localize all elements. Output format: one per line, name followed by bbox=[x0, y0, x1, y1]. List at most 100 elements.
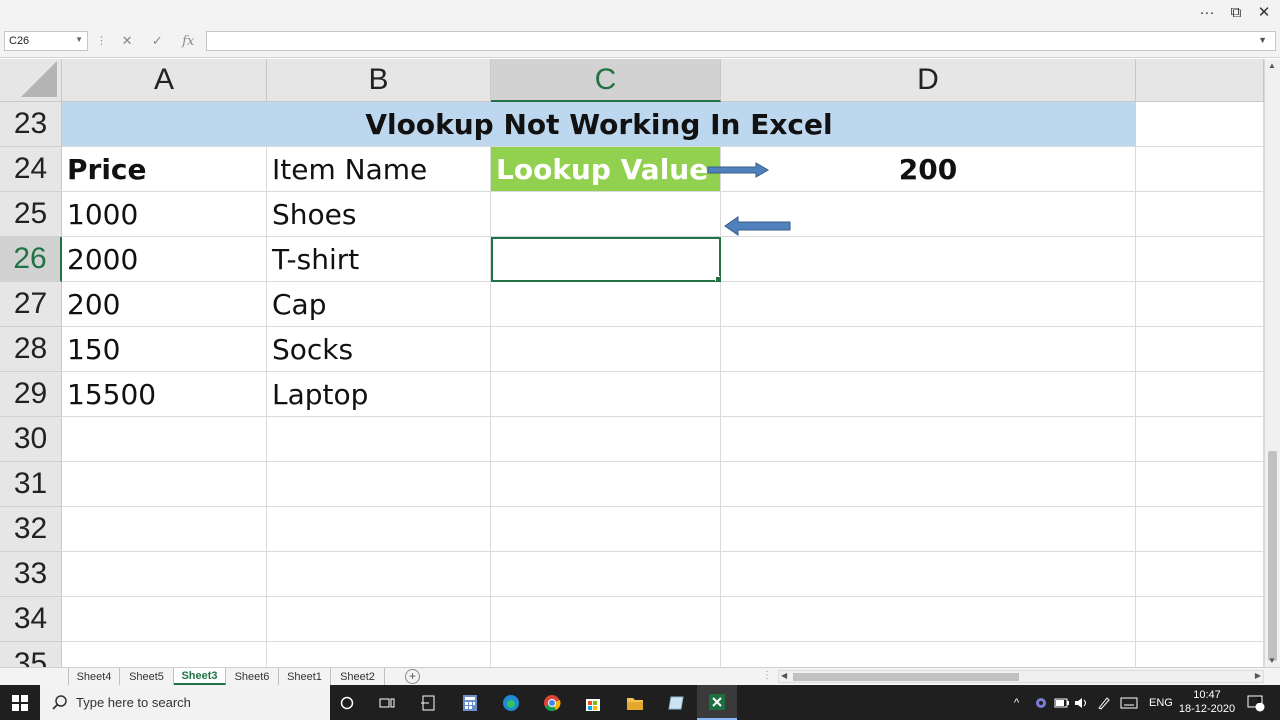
row-header-24[interactable]: 24 bbox=[0, 147, 62, 192]
vertical-scroll-thumb[interactable] bbox=[1268, 451, 1277, 661]
cell-a31[interactable] bbox=[62, 462, 267, 507]
cell-b35[interactable] bbox=[267, 642, 491, 667]
settings-gear-icon[interactable] bbox=[1034, 685, 1048, 720]
cell-d33[interactable] bbox=[721, 552, 1136, 597]
drag-handle-icon[interactable]: ⋮ bbox=[96, 34, 107, 47]
cell-e23[interactable] bbox=[1136, 102, 1264, 147]
worksheet-grid[interactable]: A B C D 23 Vlookup Not Working In Excel 24… bbox=[0, 59, 1264, 667]
tabs-splitter-handle[interactable]: ⋮ bbox=[762, 670, 772, 681]
cell-b30[interactable] bbox=[267, 417, 491, 462]
sheet-tab-sheet2[interactable]: Sheet2 bbox=[331, 668, 385, 685]
formula-input[interactable]: ▼ bbox=[206, 31, 1276, 51]
pen-icon[interactable] bbox=[1097, 685, 1111, 720]
cell-d29[interactable] bbox=[721, 372, 1136, 417]
row-header-27[interactable]: 27 bbox=[0, 282, 62, 327]
column-header-b[interactable]: B bbox=[267, 59, 491, 102]
cell-a33[interactable] bbox=[62, 552, 267, 597]
scroll-up-icon[interactable]: ▲ bbox=[1268, 61, 1276, 70]
cancel-icon[interactable]: ✕ bbox=[122, 33, 133, 49]
sheet-tab-sheet4[interactable]: Sheet4 bbox=[68, 668, 120, 685]
cell-c30[interactable] bbox=[491, 417, 721, 462]
column-header-e[interactable] bbox=[1136, 59, 1264, 102]
row-header-31[interactable]: 31 bbox=[0, 462, 62, 507]
cell-a25[interactable]: 1000 bbox=[62, 192, 267, 237]
cell-e35[interactable] bbox=[1136, 642, 1264, 667]
horizontal-scrollbar[interactable]: ◀ ▶ bbox=[778, 670, 1264, 683]
vertical-scrollbar[interactable]: ▲ ▼ bbox=[1264, 59, 1280, 667]
cell-a35[interactable] bbox=[62, 642, 267, 667]
insert-function-icon[interactable]: fx bbox=[182, 34, 194, 49]
cell-a34[interactable] bbox=[62, 597, 267, 642]
cell-c24[interactable]: Lookup Value bbox=[491, 147, 721, 192]
volume-icon[interactable] bbox=[1074, 685, 1090, 720]
row-header-35[interactable]: 35 bbox=[0, 642, 62, 667]
cell-a26[interactable]: 2000 bbox=[62, 237, 267, 282]
show-hidden-icons-icon[interactable]: ^ bbox=[1014, 685, 1019, 720]
cell-c27[interactable] bbox=[491, 282, 721, 327]
task-view-icon[interactable] bbox=[367, 685, 407, 720]
cortana-icon[interactable] bbox=[327, 685, 367, 720]
cell-e33[interactable] bbox=[1136, 552, 1264, 597]
folder-icon[interactable] bbox=[615, 685, 655, 720]
cell-b25[interactable]: Shoes bbox=[267, 192, 491, 237]
cell-c25[interactable] bbox=[491, 192, 721, 237]
cell-a28[interactable]: 150 bbox=[62, 327, 267, 372]
cell-c31[interactable] bbox=[491, 462, 721, 507]
scroll-left-icon[interactable]: ◀ bbox=[781, 671, 787, 680]
cell-e29[interactable] bbox=[1136, 372, 1264, 417]
chrome-browser-icon[interactable] bbox=[532, 685, 572, 720]
cell-d32[interactable] bbox=[721, 507, 1136, 552]
sheet-tab-sheet3[interactable]: Sheet3 bbox=[174, 668, 226, 685]
start-button[interactable] bbox=[0, 685, 40, 720]
cell-a24[interactable]: Price bbox=[62, 147, 267, 192]
close-window-icon[interactable]: ✕ bbox=[1253, 2, 1275, 22]
column-header-a[interactable]: A bbox=[62, 59, 267, 102]
cell-e30[interactable] bbox=[1136, 417, 1264, 462]
cell-c32[interactable] bbox=[491, 507, 721, 552]
cell-b32[interactable] bbox=[267, 507, 491, 552]
cell-b24[interactable]: Item Name bbox=[267, 147, 491, 192]
cell-e24[interactable] bbox=[1136, 147, 1264, 192]
cell-c28[interactable] bbox=[491, 327, 721, 372]
chevron-down-icon[interactable]: ▼ bbox=[75, 35, 83, 44]
cell-e31[interactable] bbox=[1136, 462, 1264, 507]
cell-c33[interactable] bbox=[491, 552, 721, 597]
column-header-c[interactable]: C bbox=[491, 59, 721, 102]
taskbar-search-box[interactable]: Type here to search bbox=[40, 685, 330, 720]
cell-d27[interactable] bbox=[721, 282, 1136, 327]
add-sheet-button[interactable]: + bbox=[405, 669, 420, 684]
cell-b34[interactable] bbox=[267, 597, 491, 642]
cell-b33[interactable] bbox=[267, 552, 491, 597]
cell-c34[interactable] bbox=[491, 597, 721, 642]
expand-formula-bar-icon[interactable]: ▼ bbox=[1258, 35, 1267, 45]
keyboard-icon[interactable] bbox=[1120, 685, 1138, 720]
cell-d30[interactable] bbox=[721, 417, 1136, 462]
sheet-tab-sheet1[interactable]: Sheet1 bbox=[279, 668, 331, 685]
sheet-tab-sheet5[interactable]: Sheet5 bbox=[120, 668, 174, 685]
cell-e34[interactable] bbox=[1136, 597, 1264, 642]
cell-b28[interactable]: Socks bbox=[267, 327, 491, 372]
row-header-29[interactable]: 29 bbox=[0, 372, 62, 417]
scroll-down-icon[interactable]: ▼ bbox=[1268, 656, 1276, 665]
sheet-tab-sheet6[interactable]: Sheet6 bbox=[226, 668, 279, 685]
row-header-32[interactable]: 32 bbox=[0, 507, 62, 552]
battery-icon[interactable] bbox=[1054, 685, 1070, 720]
store-icon[interactable] bbox=[573, 685, 613, 720]
title-cell[interactable]: Vlookup Not Working In Excel bbox=[62, 102, 1136, 147]
cell-d35[interactable] bbox=[721, 642, 1136, 667]
row-header-25[interactable]: 25 bbox=[0, 192, 62, 237]
row-header-23[interactable]: 23 bbox=[0, 102, 62, 147]
cell-e26[interactable] bbox=[1136, 237, 1264, 282]
row-header-28[interactable]: 28 bbox=[0, 327, 62, 372]
cell-e28[interactable] bbox=[1136, 327, 1264, 372]
cell-e27[interactable] bbox=[1136, 282, 1264, 327]
cell-a29[interactable]: 15500 bbox=[62, 372, 267, 417]
cell-d31[interactable] bbox=[721, 462, 1136, 507]
language-indicator[interactable]: ENG bbox=[1149, 685, 1173, 720]
calculator-icon[interactable] bbox=[450, 685, 490, 720]
cell-b26[interactable]: T-shirt bbox=[267, 237, 491, 282]
cell-a32[interactable] bbox=[62, 507, 267, 552]
sticky-note-icon[interactable] bbox=[656, 685, 696, 720]
cell-d28[interactable] bbox=[721, 327, 1136, 372]
row-header-26[interactable]: 26 bbox=[0, 237, 62, 282]
